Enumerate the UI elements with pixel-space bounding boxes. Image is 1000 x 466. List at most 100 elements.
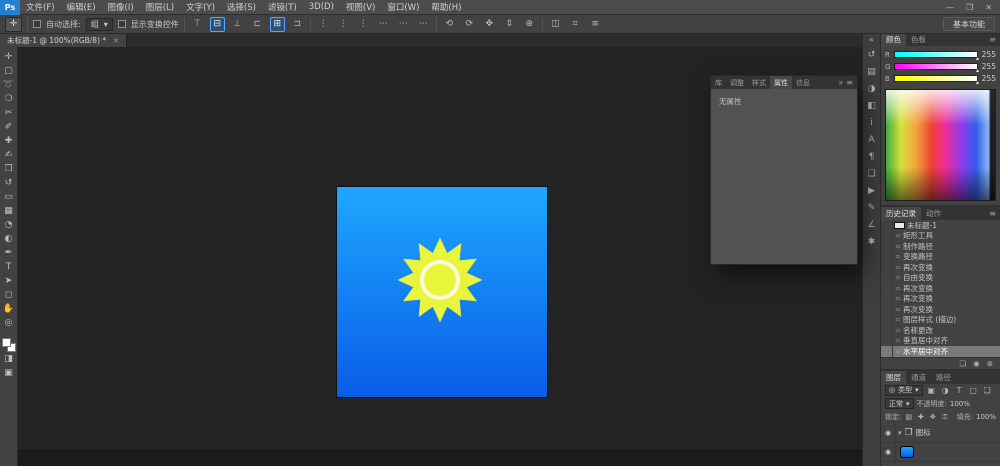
move-tool[interactable]: ✛: [1, 50, 17, 64]
lock-transparent-pixels-icon[interactable]: ▨: [904, 413, 913, 421]
red-channel-slider[interactable]: ▴: [894, 51, 978, 58]
history-source-cell[interactable]: [881, 231, 893, 242]
history-brush-tool[interactable]: ↺: [1, 176, 17, 190]
menu-help[interactable]: 帮助(H): [425, 0, 467, 15]
history-icon[interactable]: ↺: [864, 47, 880, 62]
history-state[interactable]: ▫名称更改: [881, 325, 1000, 336]
foreground-background-swatches[interactable]: [2, 338, 16, 352]
history-state-selected[interactable]: ▫水平居中对齐: [881, 346, 1000, 357]
history-source-cell[interactable]: [881, 294, 893, 305]
visibility-eye-icon[interactable]: ◉: [881, 424, 896, 442]
styles-icon[interactable]: ◧: [864, 98, 880, 113]
panel-menu-icon[interactable]: ≡: [985, 207, 1000, 220]
blend-mode-dropdown[interactable]: 正常 ▾: [885, 398, 914, 409]
path-selection-tool[interactable]: ➤: [1, 274, 17, 288]
tab-libraries[interactable]: 库: [711, 76, 726, 89]
menu-view[interactable]: 视图(V): [340, 0, 381, 15]
history-state[interactable]: ▫变换路径: [881, 252, 1000, 263]
lock-image-pixels-icon[interactable]: ✚: [916, 413, 925, 421]
menu-edit[interactable]: 编辑(E): [61, 0, 102, 15]
slider-thumb-icon[interactable]: ▴: [976, 79, 979, 86]
collapse-panel-icon[interactable]: »: [838, 78, 843, 87]
clone-source-icon[interactable]: ❏: [864, 166, 880, 181]
horizontal-type-tool[interactable]: T: [1, 260, 17, 274]
rectangular-marquee-tool[interactable]: ▢: [1, 64, 17, 78]
history-state[interactable]: ▫再次变换: [881, 294, 1000, 305]
info-icon[interactable]: i: [864, 115, 880, 130]
eraser-tool[interactable]: ▭: [1, 190, 17, 204]
history-source-cell[interactable]: [881, 304, 893, 315]
history-state[interactable]: ▫自由变换: [881, 273, 1000, 284]
tab-swatches[interactable]: 色板: [906, 33, 931, 46]
tab-info[interactable]: 信息: [792, 76, 814, 89]
tab-close-icon[interactable]: ✕: [113, 37, 119, 45]
crop-tool[interactable]: ✂: [1, 106, 17, 120]
visibility-eye-icon[interactable]: ◉: [881, 443, 896, 461]
menu-filter[interactable]: 滤镜(T): [262, 0, 303, 15]
history-state[interactable]: ▫图层样式 (描边): [881, 315, 1000, 326]
history-source-cell[interactable]: [881, 283, 893, 294]
slider-thumb-icon[interactable]: ▴: [976, 67, 979, 74]
tab-properties[interactable]: 属性: [770, 76, 792, 89]
new-document-from-state-icon[interactable]: ❏: [959, 359, 966, 368]
history-source-cell[interactable]: [881, 241, 893, 252]
red-channel-value[interactable]: 255: [980, 50, 996, 59]
hand-tool[interactable]: ✋: [1, 302, 17, 316]
green-channel-value[interactable]: 255: [980, 62, 996, 71]
color-spectrum-picker[interactable]: [885, 89, 996, 201]
blue-channel-slider[interactable]: ▴: [894, 75, 978, 82]
zoom-tool[interactable]: ◎: [1, 316, 17, 330]
tab-history[interactable]: 历史记录: [881, 207, 921, 220]
history-source-cell[interactable]: [881, 325, 893, 336]
timeline-icon[interactable]: ▶: [864, 183, 880, 198]
fill-value[interactable]: 100%: [976, 413, 996, 421]
history-snapshot-row[interactable]: 未标题-1: [881, 220, 1000, 231]
quick-selection-tool[interactable]: ❍: [1, 92, 17, 106]
green-channel-slider[interactable]: ▴: [894, 63, 978, 70]
distribute-vertical-centers-icon[interactable]: ⋮: [336, 17, 351, 32]
tab-color[interactable]: 颜色: [881, 33, 906, 46]
history-state[interactable]: ▫矩形工具: [881, 231, 1000, 242]
gradient-tool[interactable]: ▦: [1, 204, 17, 218]
rectangle-tool[interactable]: ◻: [1, 288, 17, 302]
panel-menu-icon[interactable]: ≡: [985, 33, 1000, 46]
paragraph-icon[interactable]: ¶: [864, 149, 880, 164]
history-state[interactable]: ▫再次变换: [881, 304, 1000, 315]
opacity-value[interactable]: 100%: [950, 400, 970, 408]
group-expand-icon[interactable]: ▾: [898, 429, 902, 437]
history-state[interactable]: ▫垂直居中对齐: [881, 336, 1000, 347]
show-transform-checkbox[interactable]: [118, 20, 126, 28]
character-icon[interactable]: A: [864, 132, 880, 147]
restore-button[interactable]: ❐: [966, 3, 973, 12]
history-source-cell[interactable]: [881, 315, 893, 326]
history-state[interactable]: ▫制作路径: [881, 241, 1000, 252]
filter-pixel-layers-icon[interactable]: ▣: [926, 386, 937, 395]
menu-type[interactable]: 文字(Y): [180, 0, 221, 15]
slide-3d-object-icon[interactable]: ⇕: [502, 17, 517, 32]
workspace-switcher-button[interactable]: 基本功能: [943, 17, 995, 31]
slider-thumb-icon[interactable]: ▴: [976, 55, 979, 62]
notes-icon[interactable]: ✎: [864, 200, 880, 215]
new-snapshot-icon[interactable]: ◉: [973, 359, 980, 368]
quick-mask-button[interactable]: ◨: [1, 352, 17, 366]
close-button[interactable]: ✕: [985, 3, 992, 12]
menu-3d[interactable]: 3D(D): [303, 0, 340, 15]
options-extra-icon-1[interactable]: ◫: [548, 17, 563, 32]
history-source-cell[interactable]: [881, 252, 893, 263]
align-top-edges-icon[interactable]: ⊤: [190, 17, 205, 32]
layer-thumbnail[interactable]: [900, 446, 914, 458]
pen-tool[interactable]: ✒: [1, 246, 17, 260]
tab-styles[interactable]: 样式: [748, 76, 770, 89]
history-source-cell[interactable]: [881, 273, 893, 284]
menu-window[interactable]: 窗口(W): [381, 0, 425, 15]
eyedropper-tool[interactable]: ✐: [1, 120, 17, 134]
history-source-cell[interactable]: [881, 346, 893, 357]
scale-3d-object-icon[interactable]: ⊕: [522, 17, 537, 32]
menu-select[interactable]: 选择(S): [221, 0, 262, 15]
lock-all-icon[interactable]: ⚿: [940, 413, 949, 422]
lock-position-icon[interactable]: ✥: [928, 413, 937, 421]
align-bottom-edges-icon[interactable]: ⊥: [230, 17, 245, 32]
history-source-cell[interactable]: [881, 262, 893, 273]
align-right-edges-icon[interactable]: ⊐: [290, 17, 305, 32]
layer-group-name[interactable]: 图标: [916, 427, 931, 438]
